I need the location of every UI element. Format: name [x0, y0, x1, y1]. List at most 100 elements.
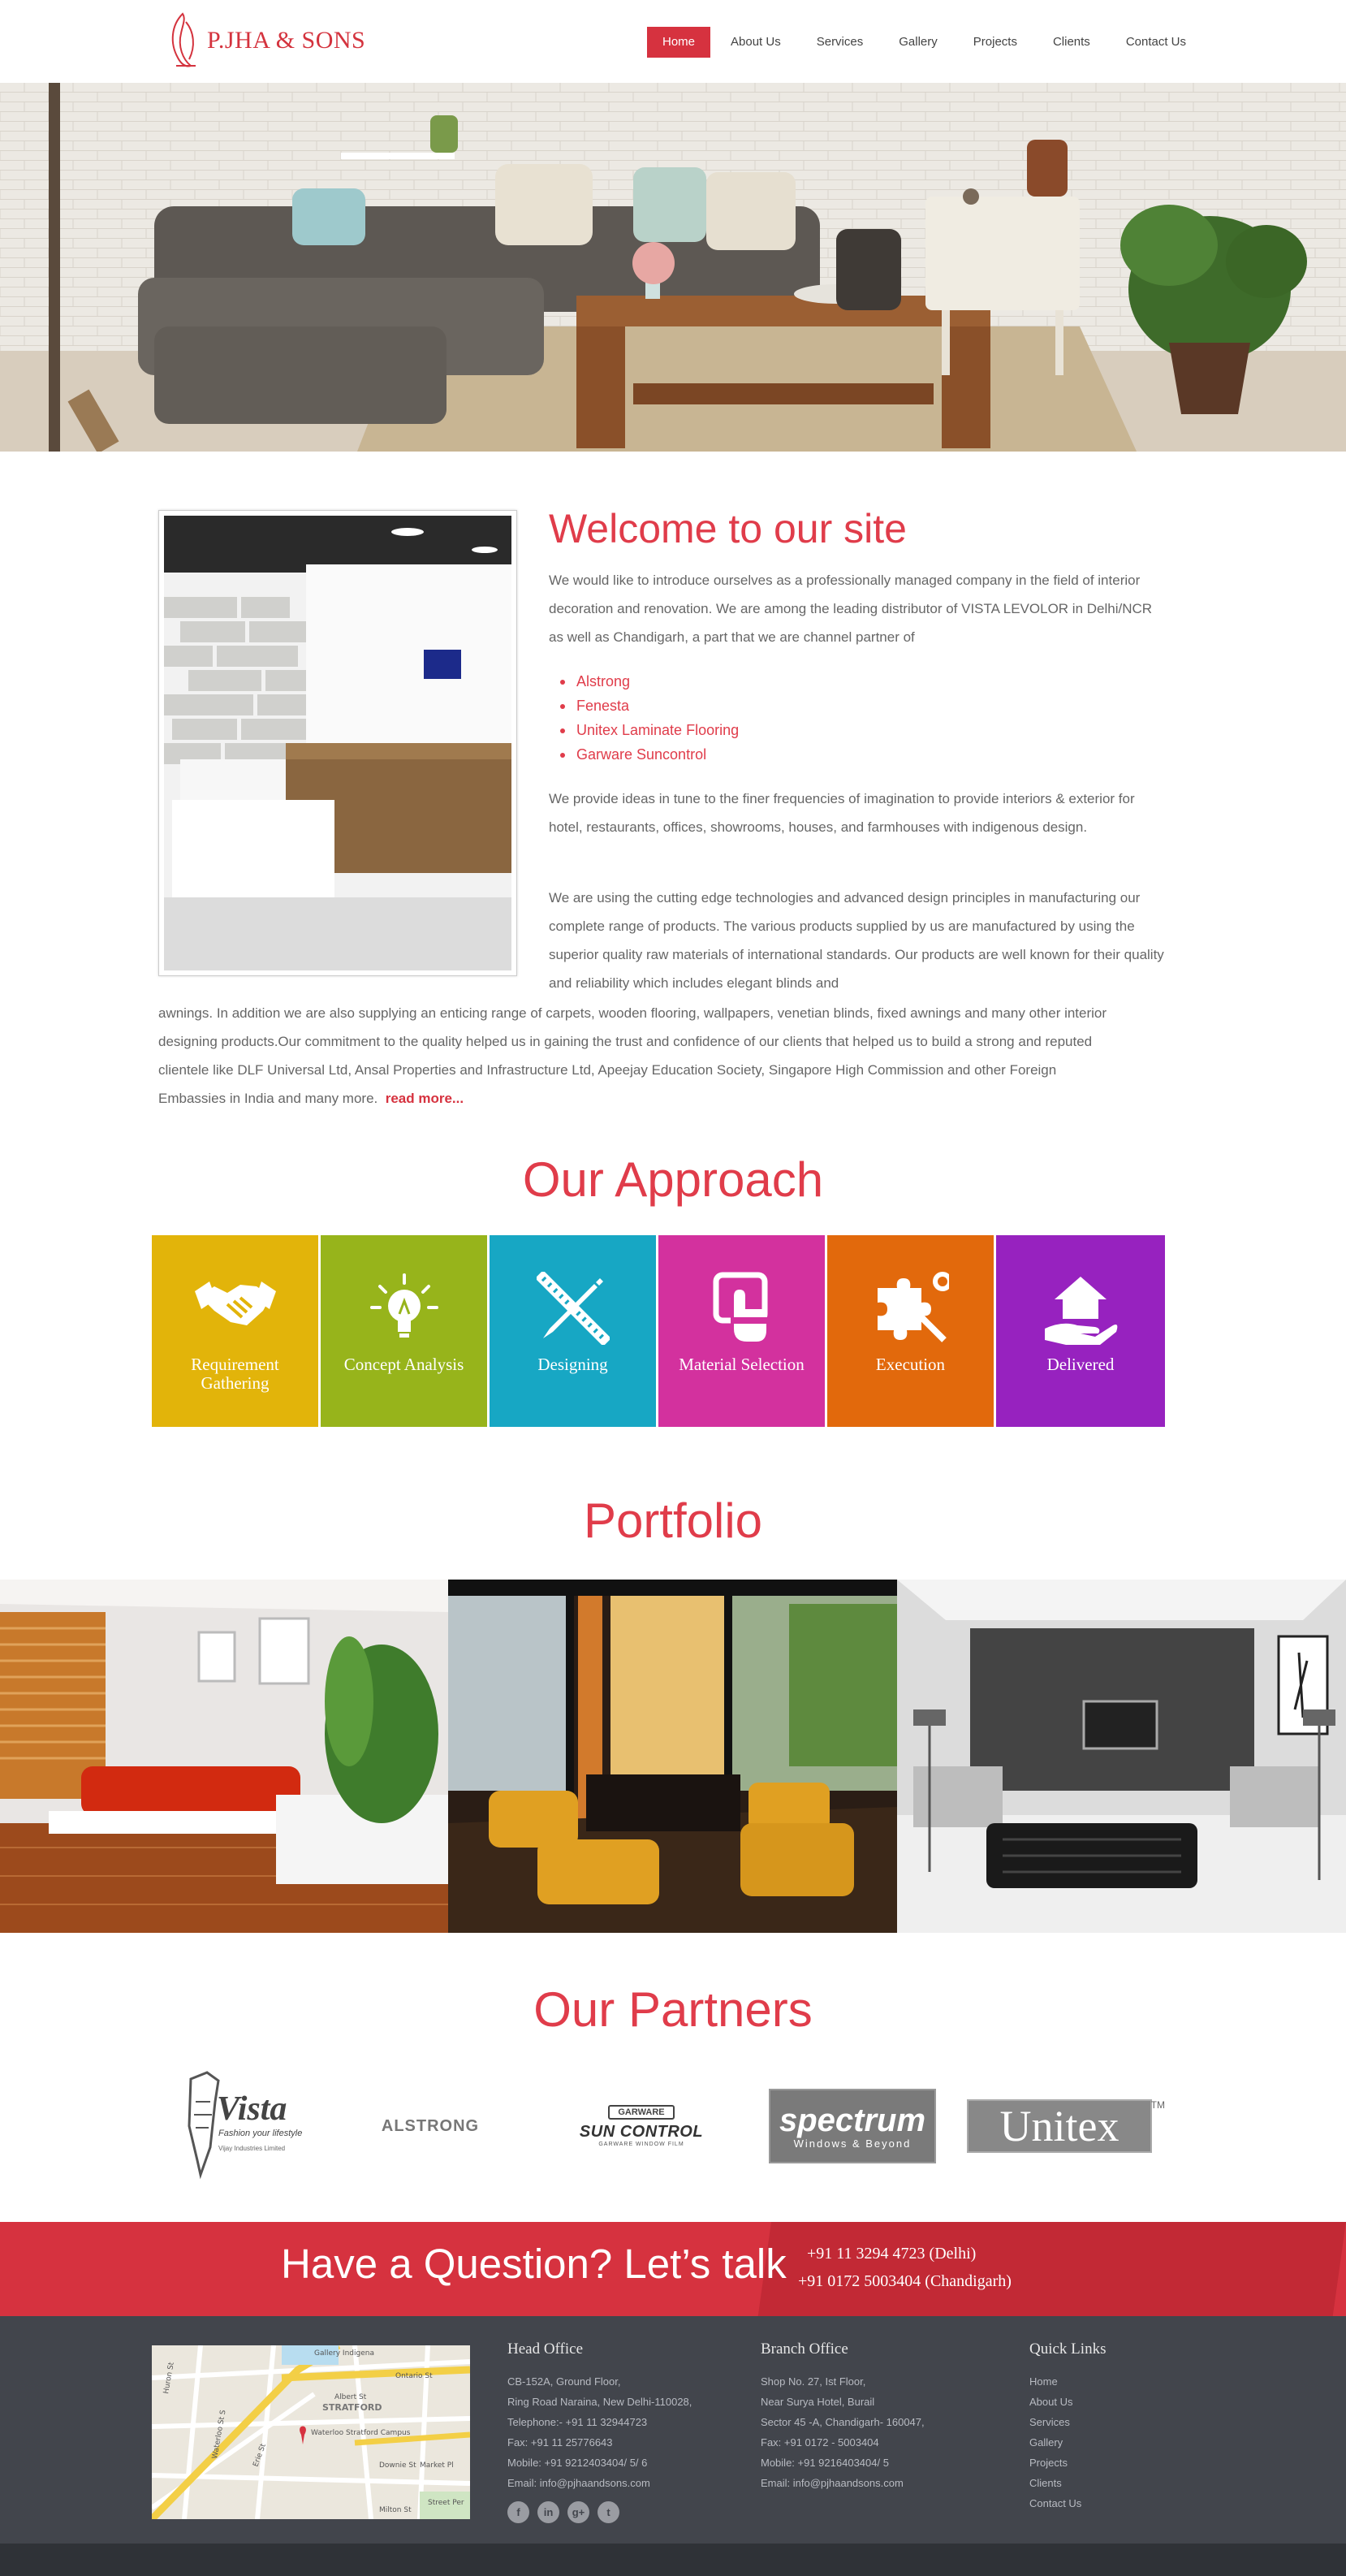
hero-banner-image	[0, 83, 1346, 452]
linkedin-icon[interactable]: in	[537, 2501, 559, 2523]
welcome-paragraph-3-continued: awnings. In addition we are also supplyi…	[158, 999, 1124, 1113]
unitex-tm: TM	[1150, 2099, 1165, 2111]
nav-projects[interactable]: Projects	[958, 27, 1033, 58]
approach-step-concept-analysis[interactable]: Concept Analysis	[321, 1235, 487, 1427]
alstrong-wordmark: ALSTRONG	[381, 2116, 480, 2135]
portfolio-image-modern-lounge[interactable]	[897, 1580, 1346, 1933]
head-office-column: Head Office CB-152A, Ground Floor, Ring …	[507, 2340, 718, 2523]
living-room-illustration	[0, 83, 1346, 452]
email-line[interactable]: Email: info@pjhaandsons.com	[507, 2473, 718, 2493]
google-plus-icon[interactable]: g+	[567, 2501, 589, 2523]
quick-links-column: Quick Links Home About Us Services Galle…	[1029, 2340, 1176, 2513]
site-logo[interactable]: P.JHA & SONS	[166, 8, 365, 73]
site-footer: Gallery Indigena Waterloo Stratford Camp…	[0, 2316, 1346, 2544]
twitter-icon[interactable]: t	[598, 2501, 619, 2523]
phone-delhi[interactable]: +91 11 3294 4723 (Delhi)	[807, 2240, 1012, 2267]
welcome-paragraph-3: We are using the cutting edge technologi…	[549, 890, 1164, 991]
handshake-icon	[194, 1282, 276, 1325]
unitex-logo[interactable]: Unitex TM	[958, 2069, 1165, 2183]
facebook-icon[interactable]: f	[507, 2501, 529, 2523]
spectrum-wordmark: spectrum	[779, 2102, 926, 2138]
portfolio-image-red-sofa-room[interactable]	[0, 1580, 448, 1933]
nav-home[interactable]: Home	[647, 27, 711, 58]
welcome-heading: Welcome to our site	[549, 506, 907, 551]
phone-chandigarh[interactable]: +91 0172 5003404 (Chandigarh)	[798, 2267, 1012, 2295]
vista-logo[interactable]: Vista Fashion your lifestyle Vijay Indus…	[162, 2069, 308, 2183]
partners-heading: Our Partners	[533, 1982, 813, 2037]
fax-line: Fax: +91 11 25776643	[507, 2436, 613, 2448]
contact-band-heading: Have a Question? Let’s talk	[281, 2241, 787, 2287]
map-label: Downie St	[379, 2461, 416, 2470]
garware-mark: GARWARE	[608, 2105, 675, 2120]
logo-flame-icon	[171, 12, 196, 67]
address-line: Sector 45 -A, Chandigarh- 160047,	[761, 2416, 925, 2428]
nav-services[interactable]: Services	[801, 27, 879, 58]
vista-tagline: Fashion your lifestyle	[218, 2129, 302, 2138]
garware-suncontrol-logo[interactable]: GARWARE SUN CONTROL GARWARE WINDOW FILM	[576, 2069, 706, 2183]
step-label: Execution	[875, 1355, 946, 1374]
site-header: P.JHA & SONS Home About Us Services Gall…	[0, 0, 1346, 83]
mobile-line: Mobile: +91 9212403404/ 5/ 6	[507, 2457, 648, 2469]
quick-link-services[interactable]: Services	[1029, 2412, 1176, 2432]
map-label: Street Per	[428, 2499, 464, 2507]
step-label: Concept Analysis	[343, 1355, 464, 1374]
vista-sub: Vijay Industries Limited	[218, 2145, 285, 2152]
alstrong-logo[interactable]: ALSTRONG	[365, 2069, 495, 2183]
house-in-hand-icon	[1045, 1277, 1118, 1345]
vista-wordmark: Vista	[217, 2090, 287, 2128]
portfolio-gallery	[0, 1580, 1346, 1933]
logo-text: P.JHA & SONS	[207, 27, 366, 54]
mobile-line: Mobile: +91 9216403404/ 5	[761, 2457, 889, 2469]
map-label: Milton St	[379, 2506, 412, 2514]
approach-step-execution[interactable]: Execution	[827, 1235, 994, 1427]
address-line: Ring Road Naraina, New Delhi-110028,	[507, 2396, 692, 2408]
location-map[interactable]: Gallery Indigena Waterloo Stratford Camp…	[152, 2345, 470, 2519]
contact-band: Have a Question? Let’s talk +91 11 3294 …	[0, 2222, 1346, 2316]
step-label: Designing	[537, 1355, 608, 1374]
branch-office-column: Branch Office Shop No. 27, Ist Floor, Ne…	[761, 2340, 972, 2493]
nav-contact-us[interactable]: Contact Us	[1111, 27, 1201, 58]
list-item: Garware Suncontrol	[549, 742, 739, 767]
spectrum-logo[interactable]: spectrum Windows & Beyond	[767, 2069, 938, 2183]
quick-link-clients[interactable]: Clients	[1029, 2473, 1176, 2493]
nav-about-us[interactable]: About Us	[715, 27, 796, 58]
portfolio-image-lounge-chairs[interactable]	[448, 1580, 897, 1933]
step-label: Delivered	[1046, 1355, 1115, 1374]
read-more-link[interactable]: read more...	[386, 1091, 464, 1106]
approach-step-designing[interactable]: Designing	[490, 1235, 656, 1427]
welcome-paragraph-3-text: awnings. In addition we are also supplyi…	[158, 1005, 1107, 1106]
pencil-ruler-icon	[536, 1272, 610, 1345]
nav-clients[interactable]: Clients	[1038, 27, 1106, 58]
welcome-intro: We would like to introduce ourselves as …	[549, 573, 1153, 645]
email-line[interactable]: Email: info@pjhaandsons.com	[761, 2473, 972, 2493]
approach-step-delivered[interactable]: Delivered	[996, 1235, 1165, 1427]
approach-step-material-selection[interactable]: Material Selection	[658, 1235, 825, 1427]
quick-link-projects[interactable]: Projects	[1029, 2453, 1176, 2473]
quick-link-about-us[interactable]: About Us	[1029, 2392, 1176, 2412]
reception-photo	[158, 510, 517, 976]
channel-partner-list: Alstrong Fenesta Unitex Laminate Floorin…	[549, 669, 739, 767]
welcome-paragraph-2: We provide ideas in tune to the finer fr…	[549, 791, 1135, 835]
address-line: Near Surya Hotel, Burail	[761, 2396, 875, 2408]
fax-line: Fax: +91 0172 - 5003404	[761, 2436, 879, 2448]
step-label: Requirement Gathering	[191, 1355, 279, 1393]
quick-link-gallery[interactable]: Gallery	[1029, 2432, 1176, 2453]
address-line: Shop No. 27, Ist Floor,	[761, 2375, 866, 2388]
head-office-title: Head Office	[507, 2340, 584, 2358]
quick-link-home[interactable]: Home	[1029, 2371, 1176, 2392]
approach-steps: Requirement Gathering Concept Analysis D…	[152, 1235, 1165, 1427]
map-label: Ontario St	[395, 2372, 433, 2380]
list-item: Fenesta	[549, 694, 739, 718]
nav-gallery[interactable]: Gallery	[883, 27, 953, 58]
branch-office-title: Branch Office	[761, 2340, 848, 2358]
footer-bottom-bar	[0, 2544, 1346, 2576]
touch-select-icon	[713, 1272, 770, 1342]
list-item: Alstrong	[549, 669, 739, 694]
map-label: Gallery Indigena	[314, 2349, 374, 2358]
approach-step-requirement-gathering[interactable]: Requirement Gathering	[152, 1235, 318, 1427]
unitex-wordmark: Unitex	[999, 2102, 1120, 2150]
main-nav: Home About Us Services Gallery Projects …	[647, 27, 1206, 58]
puzzle-icon	[877, 1272, 949, 1342]
map-label: Albert St	[334, 2393, 367, 2401]
quick-link-contact-us[interactable]: Contact Us	[1029, 2493, 1176, 2513]
